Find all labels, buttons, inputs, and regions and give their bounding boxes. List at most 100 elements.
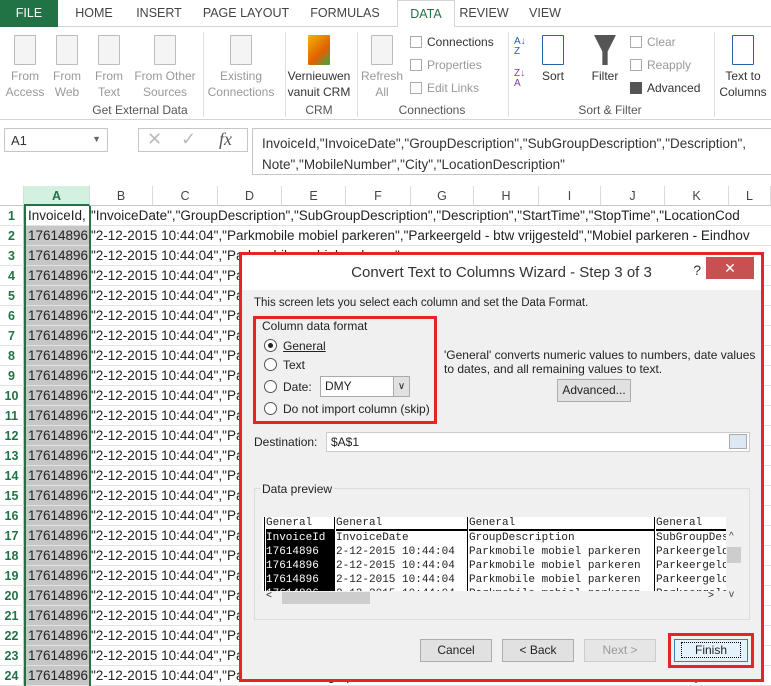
- advanced-filter-button[interactable]: Advanced: [630, 81, 700, 95]
- row-header[interactable]: 7: [0, 326, 24, 345]
- enter-check-icon[interactable]: ✓: [181, 129, 196, 150]
- column-header-k[interactable]: K: [665, 186, 729, 206]
- cancel-button[interactable]: Cancel: [420, 639, 492, 662]
- column-header-a[interactable]: A: [24, 186, 90, 206]
- radio-button[interactable]: [264, 402, 277, 415]
- column-header-h[interactable]: H: [474, 186, 539, 206]
- from-web-button[interactable]: From Web: [48, 35, 86, 100]
- name-box[interactable]: A1 ▼: [4, 128, 108, 152]
- row-header[interactable]: 13: [0, 446, 24, 465]
- cell-a[interactable]: 17614896,: [24, 466, 92, 485]
- row-header[interactable]: 22: [0, 626, 24, 645]
- column-header-d[interactable]: D: [218, 186, 282, 206]
- row-header[interactable]: 12: [0, 426, 24, 445]
- cell-a[interactable]: InvoiceId,: [24, 206, 90, 225]
- data-preview-table[interactable]: GeneralSubGroupDescriptionParkeergeldPar…: [262, 517, 726, 605]
- column-header-e[interactable]: E: [282, 186, 346, 206]
- scroll-right-icon[interactable]: >: [708, 591, 714, 602]
- row-header[interactable]: 21: [0, 606, 24, 625]
- help-icon[interactable]: ?: [693, 255, 701, 285]
- sort-z-a-button[interactable]: Z↓ A: [514, 69, 525, 89]
- formula-input[interactable]: InvoiceId,"InvoiceDate","GroupDescriptio…: [252, 128, 771, 175]
- tab-review[interactable]: REVIEW: [458, 0, 510, 27]
- row-header[interactable]: 24: [0, 666, 24, 685]
- tab-view[interactable]: VIEW: [520, 0, 570, 27]
- scroll-down-icon[interactable]: v: [729, 589, 734, 600]
- existing-connections-button[interactable]: Existing Connections: [206, 35, 276, 100]
- cell-a[interactable]: 17614896,: [24, 346, 92, 365]
- radio-button[interactable]: [264, 358, 277, 371]
- from-other-sources-button[interactable]: From Other Sources: [130, 35, 200, 100]
- chevron-down-icon[interactable]: ∨: [393, 377, 409, 396]
- row-header[interactable]: 8: [0, 346, 24, 365]
- cell-a[interactable]: 17614896,: [24, 386, 92, 405]
- radio-button[interactable]: [264, 380, 277, 393]
- sort-a-z-button[interactable]: A↓ Z: [514, 37, 526, 57]
- row-header[interactable]: 5: [0, 286, 24, 305]
- cell-a[interactable]: 17614896,: [24, 626, 92, 645]
- cell-a[interactable]: 17614896,: [24, 326, 92, 345]
- tab-home[interactable]: HOME: [66, 0, 122, 27]
- cell-a[interactable]: 17614896,: [24, 666, 92, 685]
- clear-filter-button[interactable]: Clear: [630, 35, 676, 49]
- cell-overflow-text[interactable]: "InvoiceDate","GroupDescription","SubGro…: [90, 206, 740, 225]
- close-button[interactable]: ✕: [706, 257, 754, 279]
- finish-button[interactable]: Finish: [674, 639, 748, 662]
- tab-file[interactable]: FILE: [0, 0, 58, 27]
- row-header[interactable]: 6: [0, 306, 24, 325]
- cell-a[interactable]: 17614896,: [24, 506, 92, 525]
- refresh-all-button[interactable]: Refresh All: [360, 35, 404, 100]
- cell-a[interactable]: 17614896,: [24, 406, 92, 425]
- horizontal-scrollbar[interactable]: < >: [262, 591, 726, 605]
- row-header[interactable]: 16: [0, 506, 24, 525]
- row-header[interactable]: 19: [0, 566, 24, 585]
- row-header[interactable]: 23: [0, 646, 24, 665]
- cell-overflow-text[interactable]: "2-12-2015 10:44:04","Parkmobile mobiel …: [90, 226, 750, 245]
- column-header-b[interactable]: B: [90, 186, 153, 206]
- scrollbar-thumb[interactable]: [727, 547, 741, 563]
- range-selector-icon[interactable]: [729, 434, 747, 449]
- insert-function-icon[interactable]: fx: [219, 129, 232, 150]
- advanced-button[interactable]: Advanced...: [557, 379, 631, 402]
- cell-a[interactable]: 17614896,: [24, 566, 92, 585]
- column-header-g[interactable]: G: [411, 186, 474, 206]
- cell-a[interactable]: 17614896,: [24, 486, 92, 505]
- row-header[interactable]: 9: [0, 366, 24, 385]
- cell-a[interactable]: 17614896,: [24, 266, 92, 285]
- row-header[interactable]: 15: [0, 486, 24, 505]
- column-header-j[interactable]: J: [601, 186, 665, 206]
- cell-a[interactable]: 17614896,: [24, 586, 92, 605]
- column-header-l[interactable]: L: [729, 186, 771, 206]
- tab-page-layout[interactable]: PAGE LAYOUT: [196, 0, 296, 27]
- row-header[interactable]: 11: [0, 406, 24, 425]
- row-header[interactable]: 1: [0, 206, 24, 225]
- radio-general[interactable]: General: [264, 339, 326, 353]
- radio-skip[interactable]: Do not import column (skip): [264, 402, 430, 416]
- row-header[interactable]: 2: [0, 226, 24, 245]
- row-header[interactable]: 17: [0, 526, 24, 545]
- cell-a[interactable]: 17614896,: [24, 546, 92, 565]
- cell-a[interactable]: 17614896,: [24, 226, 92, 245]
- row-header[interactable]: 14: [0, 466, 24, 485]
- destination-input[interactable]: $A$1: [326, 432, 750, 452]
- row-header[interactable]: 20: [0, 586, 24, 605]
- cell-a[interactable]: 17614896,: [24, 526, 92, 545]
- radio-button[interactable]: [264, 339, 277, 352]
- scrollbar-thumb[interactable]: [282, 592, 370, 604]
- reapply-button[interactable]: Reapply: [630, 58, 691, 72]
- select-all-corner[interactable]: [0, 186, 24, 206]
- crm-refresh-button[interactable]: Vernieuwen vanuit CRM: [286, 35, 352, 100]
- tab-formulas[interactable]: FORMULAS: [302, 0, 388, 27]
- edit-links-button[interactable]: Edit Links: [410, 81, 479, 95]
- tab-data[interactable]: DATA: [397, 0, 455, 28]
- text-to-columns-button[interactable]: Text to Columns: [716, 35, 770, 100]
- cell-a[interactable]: 17614896,: [24, 646, 92, 665]
- from-text-button[interactable]: From Text: [90, 35, 128, 100]
- row-header[interactable]: 18: [0, 546, 24, 565]
- tab-insert[interactable]: INSERT: [128, 0, 190, 27]
- sort-button[interactable]: Sort: [536, 35, 570, 84]
- cell-a[interactable]: 17614896,: [24, 306, 92, 325]
- cell-a[interactable]: 17614896,: [24, 606, 92, 625]
- column-header-c[interactable]: C: [153, 186, 218, 206]
- cell-a[interactable]: 17614896,: [24, 426, 92, 445]
